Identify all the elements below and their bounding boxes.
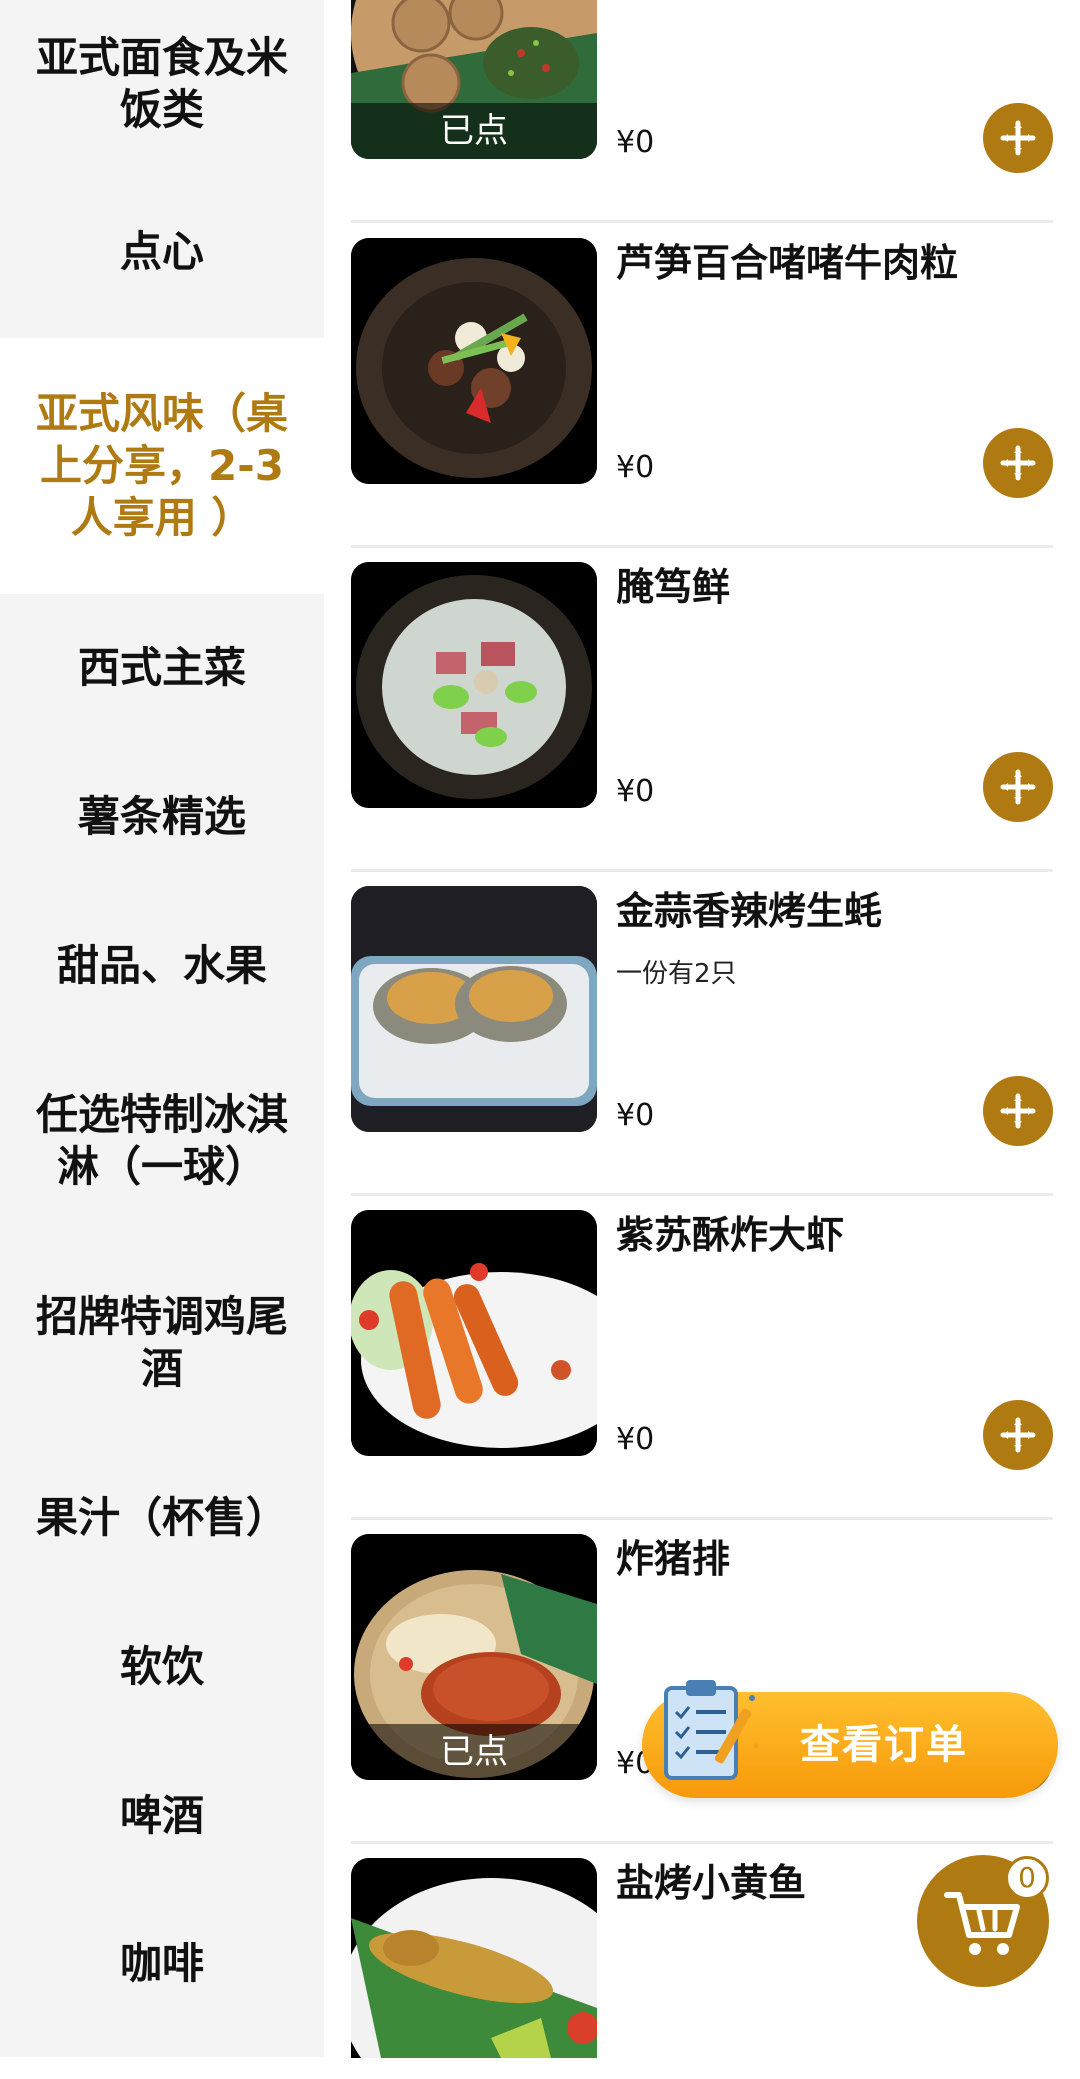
dish-name: 炸猪排 [616,1537,731,1581]
dish-image [351,886,597,1132]
category-item[interactable]: 任选特制冰淇淋（一球） [0,1040,324,1242]
add-to-cart-button[interactable] [983,103,1053,173]
cart-count-badge: 0 [1005,1856,1049,1900]
price: ¥0 [616,125,655,160]
add-to-cart-button[interactable] [983,1400,1053,1470]
view-order-label: 查看订单 [800,1722,968,1768]
dish-name: 盐烤小黄鱼 [616,1861,807,1905]
menu-item: 紫苏酥炸大虾 ¥0 [351,1196,1053,1520]
dish-image: 已点 [351,1534,597,1780]
dish-image [351,238,597,484]
add-to-cart-button[interactable] [983,752,1053,822]
category-sidebar: 亚式面食及米饭类 点心 亚式风味（桌上分享，2-3人享用 ） 西式主菜 薯条精选… [0,0,324,2057]
plus-icon [1000,1417,1036,1453]
category-item[interactable]: 软饮 [0,1592,324,1742]
dish-image [351,1858,597,2058]
menu-item: 已点 ¥0 [351,0,1053,223]
plus-icon [1000,445,1036,481]
category-item[interactable]: 点心 [0,168,324,336]
category-item[interactable]: 咖啡 [0,1890,324,2038]
dish-description: 一份有2只 [616,959,737,989]
category-item[interactable]: 西式主菜 [0,594,324,742]
menu-item: 金蒜香辣烤生蚝 一份有2只 ¥0 [351,872,1053,1196]
menu-item: 腌笃鲜 ¥0 [351,548,1053,872]
price: ¥0 [616,1422,655,1457]
add-to-cart-button[interactable] [983,428,1053,498]
ordered-tag: 已点 [351,1724,597,1780]
clipboard-checklist-icon [664,1680,759,1780]
dish-name: 芦笋百合啫啫牛肉粒 [616,241,959,285]
add-to-cart-button[interactable] [983,1076,1053,1146]
dish-image: 已点 [351,0,597,159]
category-item[interactable]: 亚式面食及米饭类 [0,0,324,168]
category-item[interactable]: 甜品、水果 [0,892,324,1040]
category-item[interactable]: 啤酒 [0,1742,324,1890]
menu-page: 亚式面食及米饭类 点心 亚式风味（桌上分享，2-3人享用 ） 西式主菜 薯条精选… [0,0,1080,2079]
dish-name: 金蒜香辣烤生蚝 [616,889,883,933]
dish-name: 紫苏酥炸大虾 [616,1213,845,1257]
price: ¥0 [616,1098,655,1133]
category-item[interactable]: 果汁（杯售） [0,1444,324,1592]
ordered-tag: 已点 [351,103,597,159]
dish-name: 腌笃鲜 [616,565,731,609]
plus-icon [1000,120,1036,156]
plus-icon [1000,769,1036,805]
dish-image [351,1210,597,1456]
plus-icon [1000,1093,1036,1129]
price: ¥0 [616,774,655,809]
category-item-active[interactable]: 亚式风味（桌上分享，2-3人享用 ） [0,338,324,594]
category-item[interactable]: 薯条精选 [0,742,324,892]
dish-image [351,562,597,808]
menu-item: 芦笋百合啫啫牛肉粒 ¥0 [351,224,1053,548]
category-item[interactable]: 招牌特调鸡尾酒 [0,1242,324,1444]
price: ¥0 [616,450,655,485]
